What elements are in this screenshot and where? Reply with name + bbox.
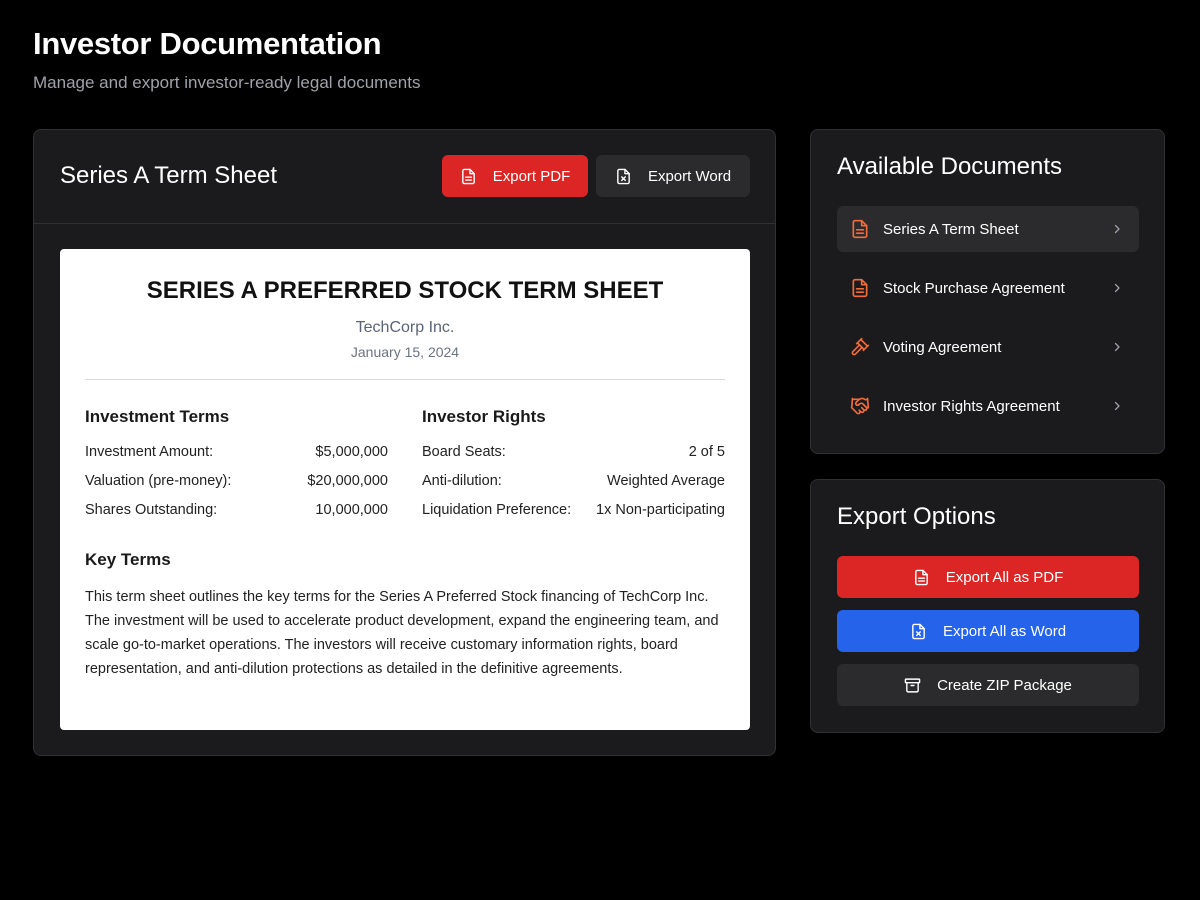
page: Investor Documentation Manage and export… [0,0,1200,900]
term-label: Anti-dilution: [422,473,502,489]
document-item-investor-rights-agreement[interactable]: Investor Rights Agreement [837,383,1139,429]
term-value: 2 of 5 [688,444,725,460]
document-title: Series A Term Sheet [60,162,278,189]
export-word-label: Export Word [647,167,732,185]
term-label: Liquidation Preference: [422,502,572,518]
page-subtitle: Manage and export investor-ready legal d… [33,73,421,92]
term-label: Investment Amount: [85,444,214,460]
export-pdf-label: Export PDF [492,167,571,185]
export-all-pdf-button[interactable]: Export All as PDF [837,556,1139,598]
handshake-icon [850,397,870,415]
chevron-right-icon [1114,283,1120,293]
export-options-card: Export Options Export All as PDF Export … [810,479,1165,733]
document-item-label: Voting Agreement [883,338,1002,356]
file-text-icon [914,569,928,585]
term-row: Liquidation Preference: 1x Non-participa… [422,502,725,522]
page-title: Investor Documentation [33,26,382,61]
export-all-word-button[interactable]: Export All as Word [837,610,1139,652]
term-value: $5,000,000 [315,444,388,460]
company-name: TechCorp Inc. [355,319,455,336]
term-value: 10,000,000 [315,502,388,518]
available-documents-title: Available Documents [837,153,1063,180]
term-row: Shares Outstanding: 10,000,000 [85,502,388,522]
term-value: $20,000,000 [307,473,388,489]
export-all-word-label: Export All as Word [942,622,1067,640]
document-item-voting-agreement[interactable]: Voting Agreement [837,324,1139,370]
chevron-right-icon [1114,401,1120,411]
term-value: 1x Non-participating [596,502,725,518]
gavel-icon [851,337,870,356]
export-all-pdf-label: Export All as PDF [945,568,1064,586]
available-documents-card: Available Documents Series A Term Sheet … [810,129,1165,454]
investor-rights-title: Investor Rights [422,407,546,426]
document-item-stock-purchase-agreement[interactable]: Stock Purchase Agreement [837,265,1139,311]
export-pdf-button[interactable]: Export PDF [442,155,588,197]
document-item-label: Investor Rights Agreement [883,397,1060,415]
archive-icon [904,677,921,693]
document-item-label: Stock Purchase Agreement [883,279,1065,297]
export-options-title: Export Options [837,503,996,530]
document-date: January 15, 2024 [350,344,460,360]
divider [85,379,725,380]
term-label: Board Seats: [422,444,506,460]
investment-terms-title: Investment Terms [85,407,230,426]
document-icon [852,278,868,298]
term-row: Investment Amount: $5,000,000 [85,444,388,464]
create-zip-label: Create ZIP Package [937,676,1072,694]
document-heading: SERIES A PREFERRED STOCK TERM SHEET [146,277,664,304]
chevron-right-icon [1114,342,1120,352]
document-preview-card: Series A Term Sheet Export PDF Export Wo… [33,129,776,756]
chevron-right-icon [1114,224,1120,234]
file-x-icon [912,623,925,639]
term-row: Anti-dilution: Weighted Average [422,473,725,493]
document-item-series-a-term-sheet[interactable]: Series A Term Sheet [837,206,1139,252]
document-item-label: Series A Term Sheet [883,220,1019,238]
document-preview-header: Series A Term Sheet Export PDF Export Wo… [34,130,775,224]
term-label: Valuation (pre-money): [85,473,232,489]
term-row: Board Seats: 2 of 5 [422,444,725,464]
term-label: Shares Outstanding: [85,502,218,518]
create-zip-package-button[interactable]: Create ZIP Package [837,664,1139,706]
file-x-icon [617,168,630,184]
export-word-button[interactable]: Export Word [596,155,750,197]
key-terms-body: This term sheet outlines the key terms f… [85,589,719,677]
file-text-icon [461,168,475,184]
document-icon [852,219,868,239]
key-terms-title: Key Terms [85,550,171,569]
document-paper: SERIES A PREFERRED STOCK TERM SHEET Tech… [60,249,750,730]
term-value: Weighted Average [607,473,725,489]
term-row: Valuation (pre-money): $20,000,000 [85,473,388,493]
